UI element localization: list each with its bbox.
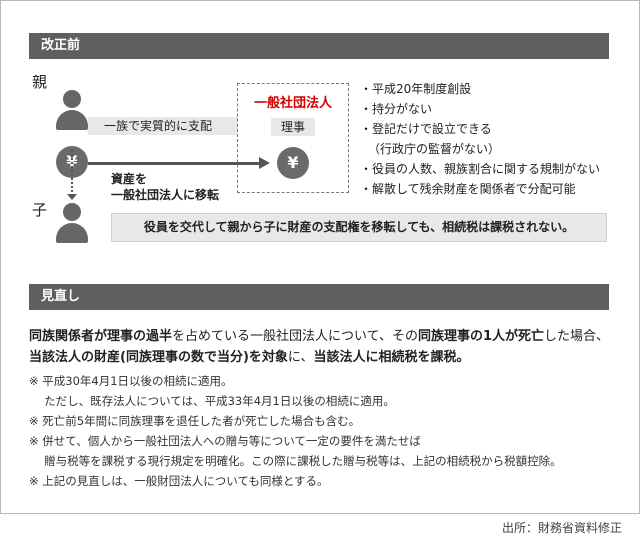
parent-to-child-dotted-arrow: [71, 150, 73, 196]
revision-summary: 同族関係者が理事の過半を占めている一般社団法人について、その同族理事の1人が死亡…: [29, 326, 619, 368]
dotted-arrow-head-icon: [67, 194, 77, 200]
note-item: ※ 平成30年4月1日以後の相続に適用。: [29, 374, 233, 388]
corp-yen-icon: ¥: [277, 147, 309, 179]
child-label: 子: [32, 201, 48, 219]
note-item: ただし、既存法人については、平成33年4月1日以後の相続に適用。: [29, 394, 395, 408]
note-item: ※ 併せて、個人から一般社団法人への贈与等について一定の要件を満たせば: [29, 434, 421, 448]
transfer-label-line2: 一般社団法人に移転: [111, 188, 220, 202]
transfer-label: 資産を 一般社団法人に移転: [111, 171, 219, 203]
control-label: 一族で実質的に支配: [88, 117, 238, 135]
section-header-after: 見直し: [29, 284, 609, 310]
feature-item: （行政庁の監督がない）: [368, 142, 501, 156]
parent-person-icon: [56, 90, 88, 134]
corp-title: 一般社団法人: [253, 96, 332, 111]
revision-notes: ※ 平成30年4月1日以後の相続に適用。 ただし、既存法人については、平成33年…: [29, 371, 629, 491]
feature-item: ・持分がない: [360, 102, 433, 116]
director-label: 理事: [271, 118, 315, 136]
child-person-icon: [56, 203, 88, 247]
source-caption: 出所：財務省資料修正: [501, 521, 622, 535]
note-item: ※ 死亡前5年間に同族理事を退任した者が死亡した場合も含む。: [29, 414, 361, 428]
feature-item: ・役員の人数、親族割合に関する規制がない: [360, 162, 601, 176]
feature-item: ・平成20年制度創設: [360, 82, 472, 96]
asset-transfer-arrow: [88, 162, 260, 165]
revision-line2: 当該法人の財産(同族理事の数で当分)を対象に、当該法人に相続税を課税。: [29, 350, 470, 365]
note-item: ※ 上記の見直しは、一般財団法人についても同様とする。: [29, 474, 329, 488]
conclusion-box: 役員を交代して親から子に財産の支配権を移転しても、相続税は課税されない。: [111, 213, 607, 242]
corp-features-list: ・平成20年制度創設 ・持分がない ・登記だけで設立できる （行政庁の監督がない…: [360, 79, 600, 199]
feature-item: ・解散して残余財産を関係者で分配可能: [360, 182, 576, 196]
note-item: 贈与税等を課税する現行規定を明確化。この際に課税した贈与税等は、上記の相続税から…: [29, 454, 562, 468]
parent-label: 親: [32, 73, 48, 91]
revision-line1: 同族関係者が理事の過半を占めている一般社団法人について、その同族理事の1人が死亡…: [29, 329, 610, 344]
feature-item: ・登記だけで設立できる: [360, 122, 492, 136]
transfer-label-line1: 資産を: [111, 172, 148, 186]
section-header-before: 改正前: [29, 33, 609, 59]
